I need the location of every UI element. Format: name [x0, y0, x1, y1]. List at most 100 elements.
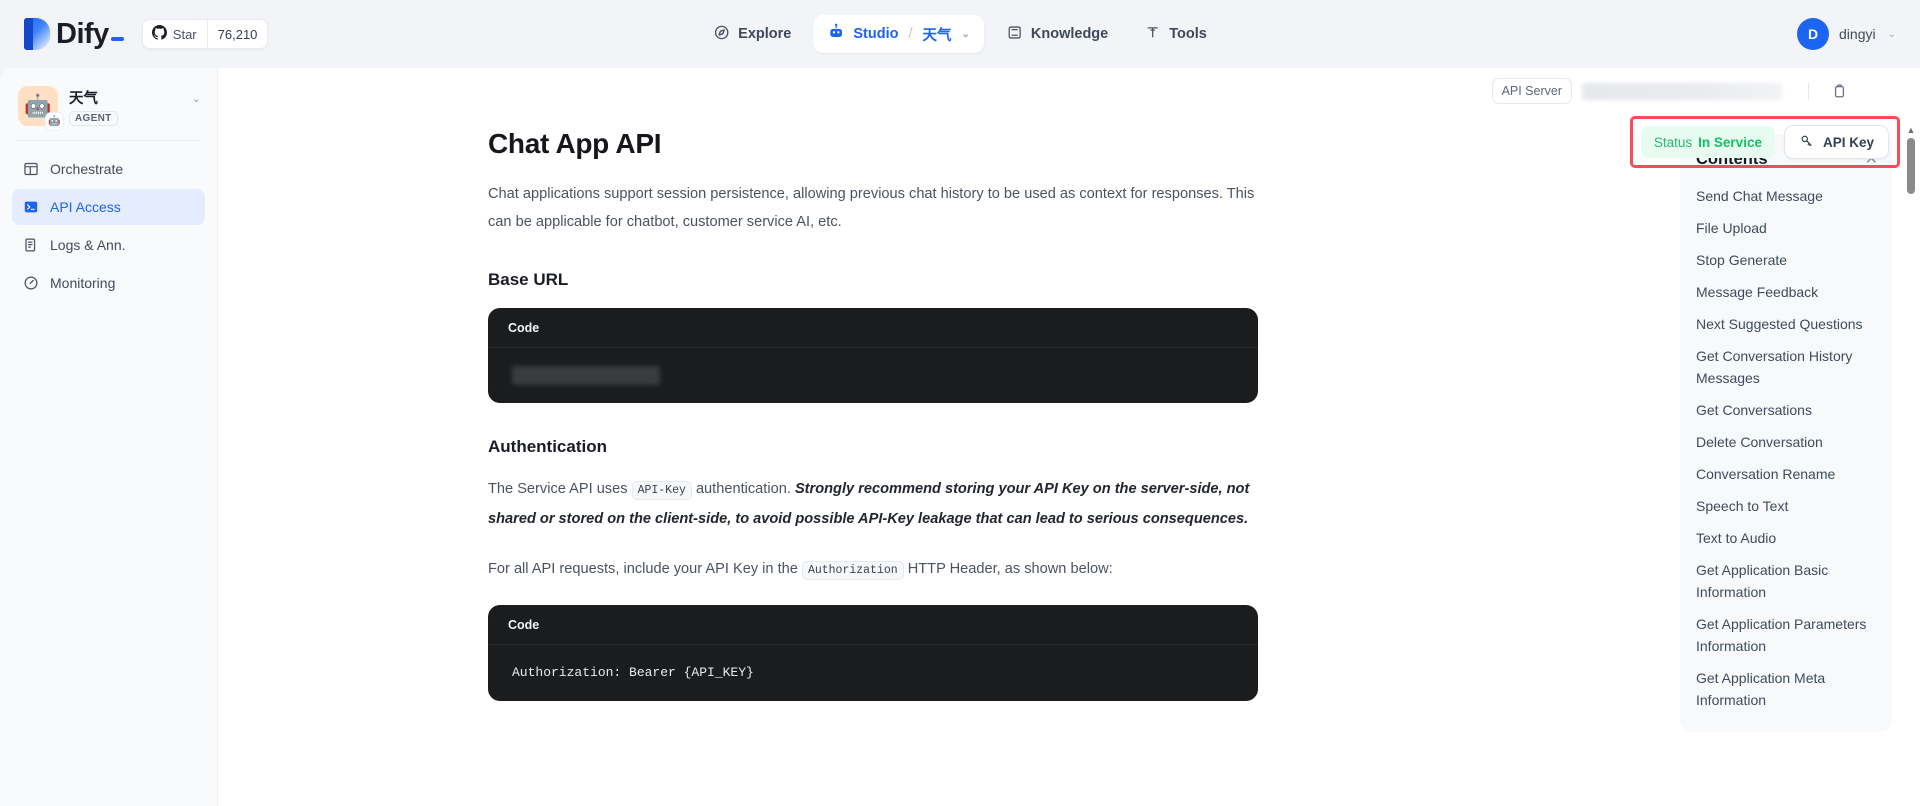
doc-scroll-container[interactable]: Chat App API Chat applications support s…: [218, 114, 1920, 806]
status-label: Status: [1654, 135, 1692, 150]
contents-list: Send Chat Message File Upload Stop Gener…: [1680, 180, 1892, 716]
code-block-label: Code: [488, 308, 1258, 348]
sidebar-item-logs-ann[interactable]: Logs & Ann.: [12, 227, 205, 263]
sidebar-label-orchestrate: Orchestrate: [50, 161, 123, 177]
github-star-segment[interactable]: Star: [143, 20, 207, 48]
nav-item-explore[interactable]: Explore: [699, 16, 805, 53]
sidebar-item-api-access[interactable]: API Access: [12, 189, 205, 225]
page-title: Chat App API: [488, 128, 1258, 160]
section-heading-authentication: Authentication: [488, 437, 1258, 457]
code-block-body-auth: Authorization: Bearer {API_KEY}: [488, 645, 1258, 701]
auth-paragraph-2: For all API requests, include your API K…: [488, 555, 1258, 585]
scrollbar-thumb[interactable]: [1907, 138, 1915, 194]
auth-p2-suffix: HTTP Header, as shown below:: [904, 561, 1113, 577]
topbar-right-group: D dingyi ⌄: [1797, 18, 1896, 50]
api-key-button[interactable]: API Key: [1784, 125, 1889, 159]
github-star-pill[interactable]: Star 76,210: [142, 19, 269, 49]
hammer-icon: [1144, 24, 1161, 45]
sidebar-app-chevron-down-icon[interactable]: ⌄: [192, 86, 201, 105]
book-icon: [1006, 24, 1023, 45]
scroll-up-arrow-icon[interactable]: ▲: [1907, 126, 1916, 135]
key-icon: [1799, 133, 1815, 152]
api-bar-divider: [1808, 83, 1809, 100]
topbar-left-group: Dify Star 76,210: [24, 18, 268, 51]
code-block-authorization: Code Authorization: Bearer {API_KEY}: [488, 605, 1258, 701]
sidebar-label-api-access: API Access: [50, 199, 121, 215]
contents-item[interactable]: Send Chat Message: [1680, 180, 1892, 212]
contents-item[interactable]: Conversation Rename: [1680, 458, 1892, 490]
github-icon: [152, 25, 167, 43]
contents-item[interactable]: Next Suggested Questions: [1680, 308, 1892, 340]
layout-icon: [22, 161, 39, 178]
contents-item[interactable]: Get Application Parameters Information: [1680, 608, 1892, 662]
github-star-label: Star: [173, 27, 197, 42]
base-url-value-redacted: [512, 366, 660, 385]
agent-badge-icon: 🤖: [45, 112, 64, 131]
contents-item[interactable]: Get Conversations: [1680, 394, 1892, 426]
sidebar-item-orchestrate[interactable]: Orchestrate: [12, 151, 205, 187]
logo-underscore-icon: [111, 37, 124, 41]
app-root: Dify Star 76,210 Explore: [0, 0, 1920, 806]
contents-item[interactable]: File Upload: [1680, 212, 1892, 244]
doc-article: Chat App API Chat applications support s…: [488, 114, 1258, 701]
api-server-field[interactable]: API Server: [1488, 76, 1782, 106]
status-badge: Status In Service: [1641, 126, 1775, 158]
sidebar-label-logs-ann: Logs & Ann.: [50, 237, 126, 253]
status-value: In Service: [1698, 135, 1762, 150]
contents-item[interactable]: Text to Audio: [1680, 522, 1892, 554]
sidebar-app-name: 天气: [69, 87, 118, 108]
contents-item[interactable]: Get Application Basic Information: [1680, 554, 1892, 608]
code-block-label-auth: Code: [488, 605, 1258, 645]
inline-code-api-key: API-Key: [632, 481, 692, 500]
terminal-icon: [22, 199, 39, 216]
sidebar-nav: Orchestrate API Access Logs & Ann.: [12, 151, 205, 301]
gauge-icon: [22, 275, 39, 292]
app-sidebar: 🤖 🤖 天气 AGENT ⌄ Orchestrate: [0, 68, 218, 806]
api-actions-highlight-region: Status In Service API Key: [1630, 116, 1900, 168]
auth-p2-prefix: For all API requests, include your API K…: [488, 561, 802, 577]
inline-code-authorization: Authorization: [802, 561, 904, 580]
user-name-label: dingyi: [1839, 26, 1876, 42]
vertical-scrollbar[interactable]: ▲: [1905, 126, 1917, 802]
nav-item-studio[interactable]: Studio / 天气 ⌄: [813, 15, 984, 53]
auth-p1-prefix: The Service API uses: [488, 481, 632, 497]
avatar[interactable]: D: [1797, 18, 1829, 50]
contents-item[interactable]: Get Conversation History Messages: [1680, 340, 1892, 394]
section-heading-base-url: Base URL: [488, 270, 1258, 290]
robot-avatar-icon: 🤖 🤖: [18, 86, 58, 126]
api-key-button-label: API Key: [1823, 135, 1874, 150]
nav-label-tools: Tools: [1169, 26, 1207, 42]
nav-current-app-name: 天气: [923, 24, 952, 45]
github-star-count: 76,210: [207, 20, 268, 48]
contents-item[interactable]: Stop Generate: [1680, 244, 1892, 276]
compass-icon: [713, 24, 730, 45]
api-server-bar: API Server: [218, 68, 1920, 114]
sidebar-app-meta: 天气 AGENT: [69, 87, 118, 126]
contents-item[interactable]: Message Feedback: [1680, 276, 1892, 308]
auth-p1-mid: authentication.: [692, 481, 795, 497]
user-chevron-down-icon[interactable]: ⌄: [1888, 29, 1896, 40]
dify-logo[interactable]: Dify: [24, 18, 124, 51]
sidebar-app-header[interactable]: 🤖 🤖 天气 AGENT ⌄: [12, 82, 205, 126]
dify-logo-text: Dify: [56, 18, 124, 51]
body-row: 🤖 🤖 天气 AGENT ⌄ Orchestrate: [0, 68, 1920, 806]
auth-paragraph-1: The Service API uses API-Key authenticat…: [488, 475, 1258, 533]
api-server-value-redacted: [1582, 83, 1782, 100]
contents-item[interactable]: Speech to Text: [1680, 490, 1892, 522]
sidebar-divider: [16, 140, 201, 141]
dify-logo-mark-icon: [24, 18, 50, 50]
contents-item[interactable]: Delete Conversation: [1680, 426, 1892, 458]
robot-icon: [827, 23, 845, 45]
nav-item-tools[interactable]: Tools: [1130, 16, 1221, 53]
chevron-down-icon[interactable]: ⌄: [962, 29, 970, 40]
clipboard-icon[interactable]: [1831, 83, 1848, 100]
nav-item-knowledge[interactable]: Knowledge: [992, 16, 1122, 53]
sidebar-item-monitoring[interactable]: Monitoring: [12, 265, 205, 301]
file-list-icon: [22, 237, 39, 254]
doc-intro-paragraph: Chat applications support session persis…: [488, 180, 1258, 236]
nav-label-knowledge: Knowledge: [1031, 26, 1108, 42]
sidebar-label-monitoring: Monitoring: [50, 275, 115, 291]
code-block-body: [488, 348, 1258, 403]
sidebar-app-type-tag: AGENT: [69, 111, 118, 126]
contents-item[interactable]: Get Application Meta Information: [1680, 662, 1892, 716]
